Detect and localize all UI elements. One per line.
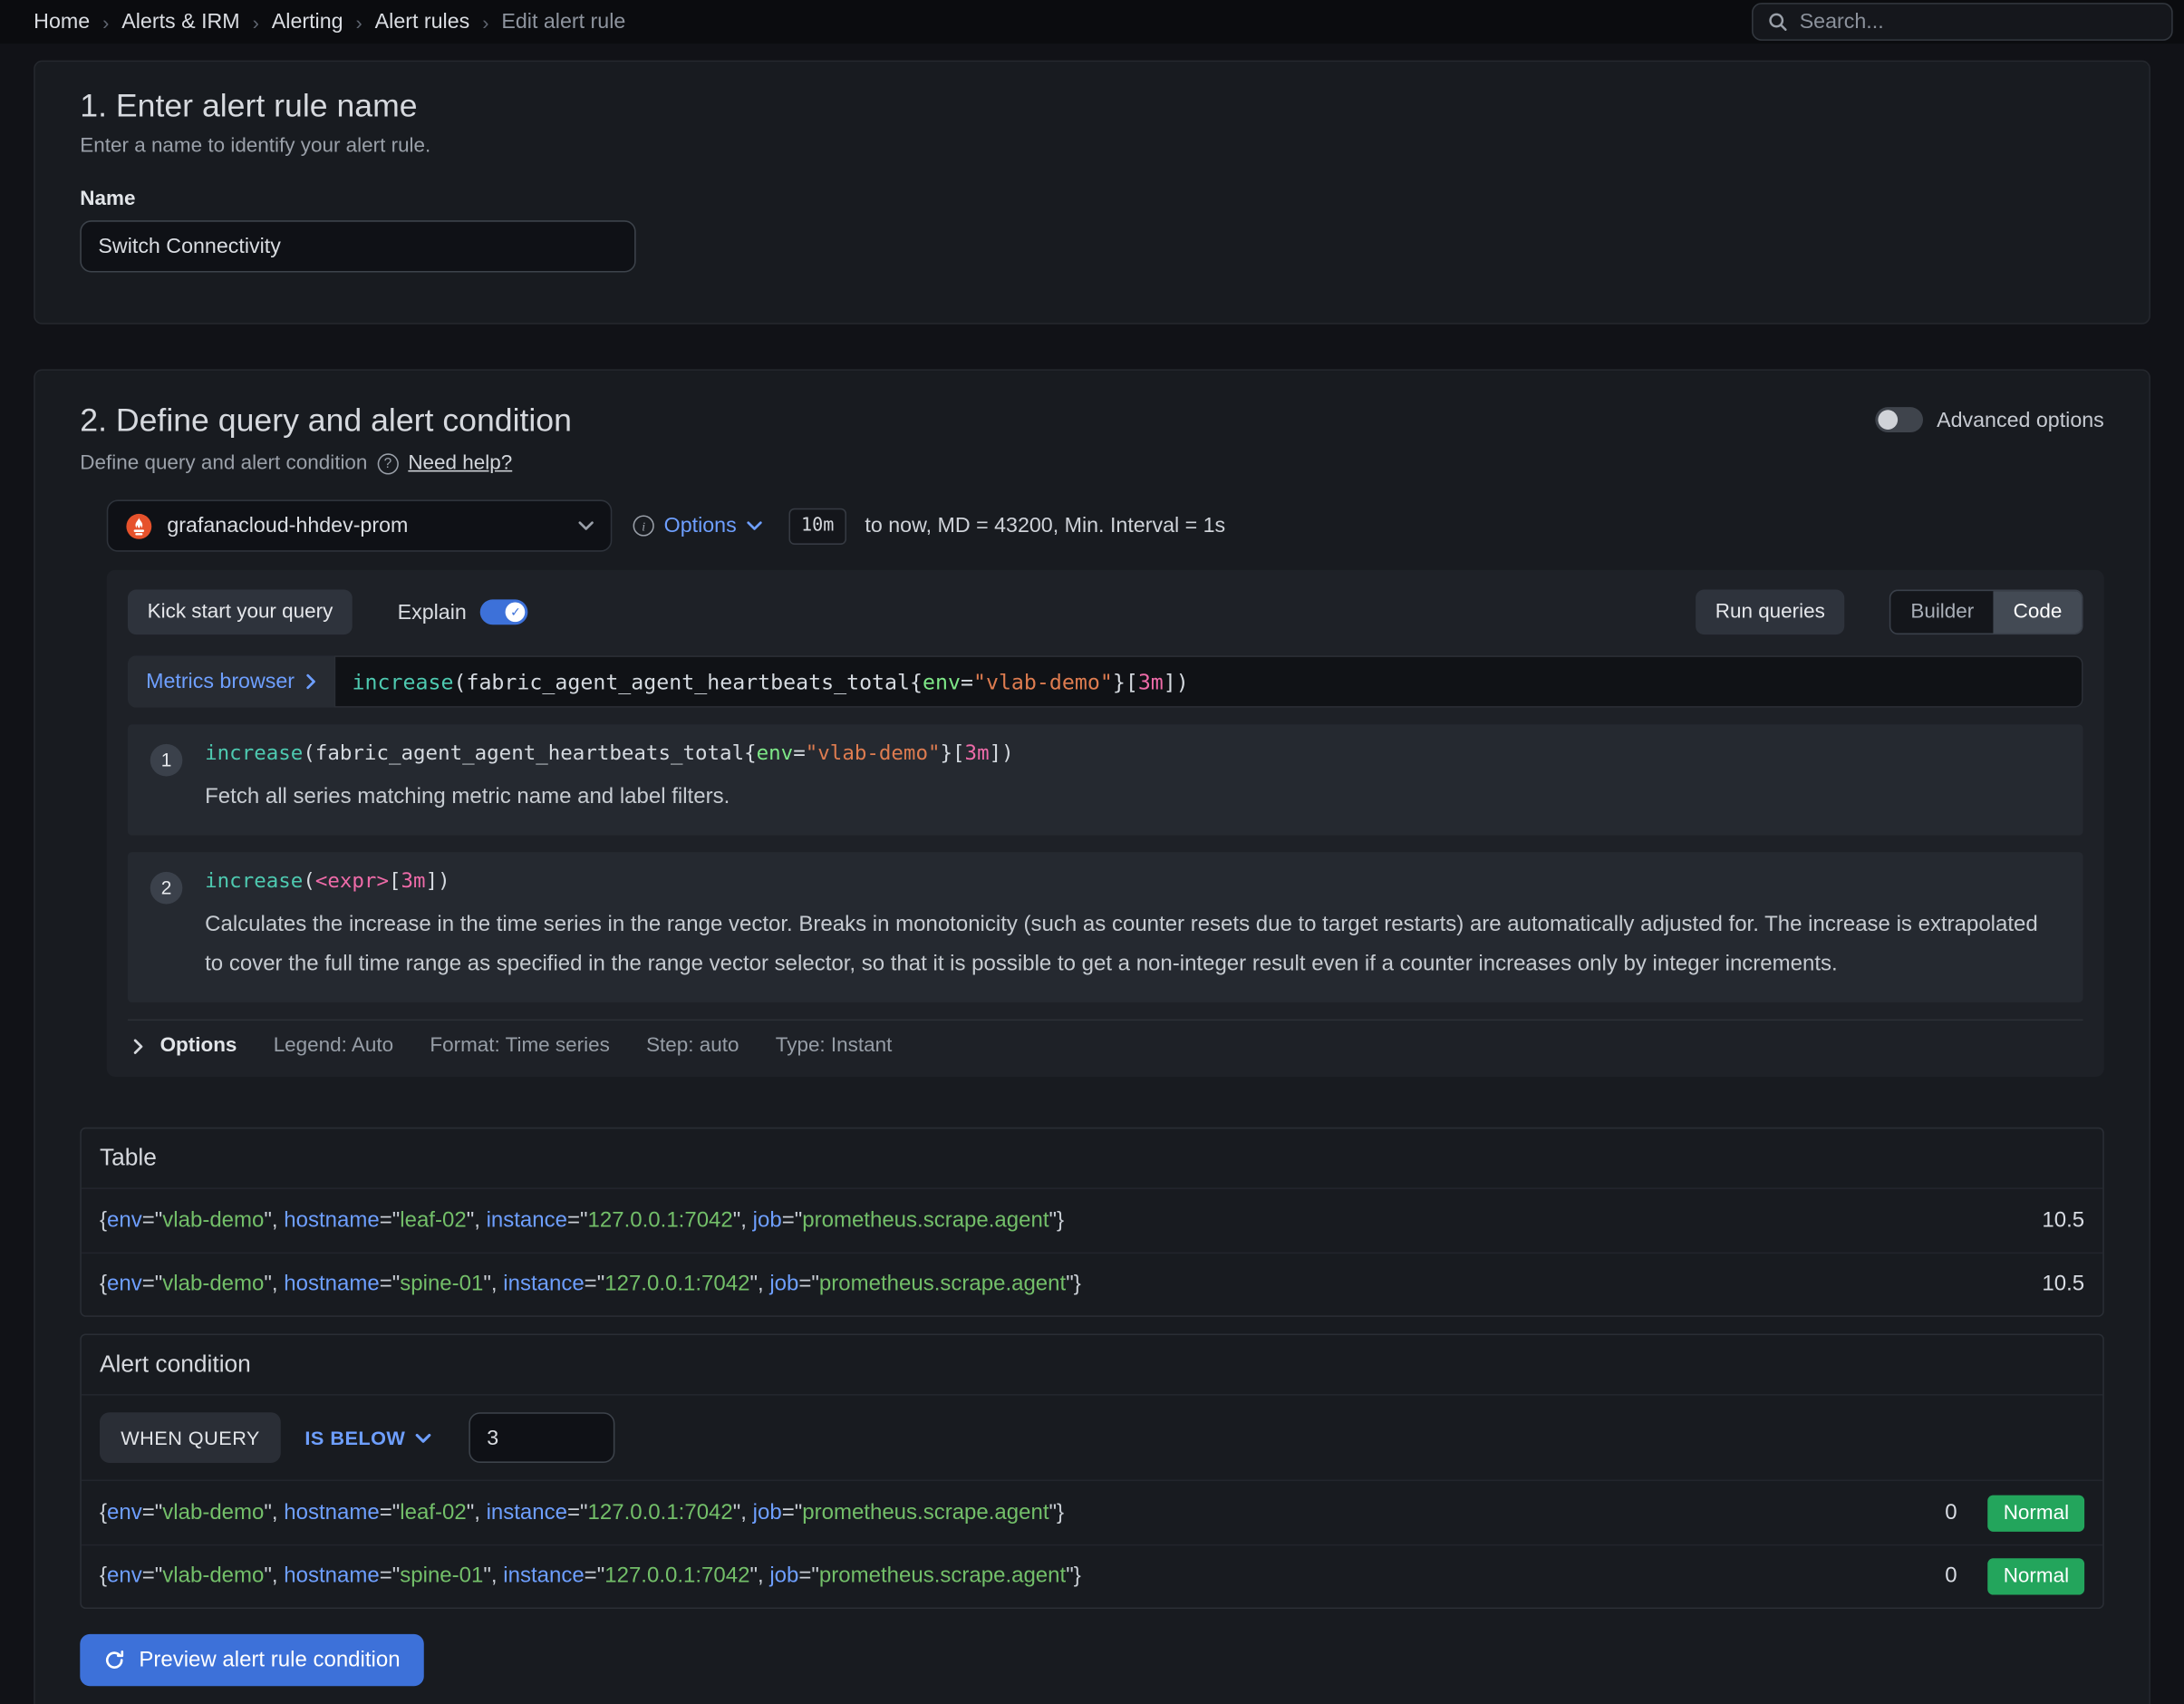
series-value: 10.5	[2042, 1208, 2084, 1234]
preview-alert-rule-condition-button[interactable]: Preview alert rule condition	[80, 1634, 424, 1686]
advanced-options-label: Advanced options	[1937, 408, 2104, 431]
query-options-label: Options	[664, 514, 737, 537]
chevron-down-icon	[415, 1433, 430, 1443]
legend-option: Legend: Auto	[274, 1035, 393, 1058]
breadcrumb-separator-icon: ›	[102, 11, 109, 34]
metrics-browser-label: Metrics browser	[146, 670, 295, 693]
state-badge: Normal	[1988, 1495, 2084, 1531]
options-row-label: Options	[160, 1035, 237, 1058]
series-labels: {env="vlab-demo", hostname="leaf-02", in…	[100, 1208, 2042, 1234]
explanation-code: increase(<expr>[3m])	[205, 870, 2061, 893]
type-option: Type: Instant	[776, 1035, 893, 1058]
threshold-input[interactable]	[469, 1412, 614, 1463]
step2-panel: 2. Define query and alert condition Adva…	[34, 369, 2150, 1704]
search-input[interactable]	[1800, 10, 2158, 34]
step2-title: 2. Define query and alert condition	[80, 399, 572, 441]
series-labels: {env="vlab-demo", hostname="spine-01", i…	[100, 1272, 2042, 1297]
run-queries-button[interactable]: Run queries	[1696, 590, 1844, 635]
toggle-knob	[1878, 410, 1898, 430]
need-help-link[interactable]: Need help?	[408, 452, 512, 475]
query-result-table: Table {env="vlab-demo", hostname="leaf-0…	[80, 1128, 2104, 1317]
series-labels: {env="vlab-demo", hostname="spine-01", i…	[100, 1564, 1945, 1589]
when-query-chip: WHEN QUERY	[100, 1412, 281, 1463]
sync-icon	[104, 1650, 125, 1670]
breadcrumb-separator-icon: ›	[253, 11, 259, 34]
explain-label: Explain	[398, 600, 467, 624]
breadcrumb-separator-icon: ›	[482, 11, 488, 34]
code-mode-option[interactable]: Code	[1994, 591, 2082, 633]
builder-mode-option[interactable]: Builder	[1891, 591, 1994, 633]
breadcrumb-alert-rules[interactable]: Alert rules	[375, 10, 470, 34]
step1-panel: 1. Enter alert rule name Enter a name to…	[34, 61, 2150, 324]
step-option: Step: auto	[646, 1035, 739, 1058]
datasource-name: grafanacloud-hhdev-prom	[167, 514, 408, 537]
explanation-code: increase(fabric_agent_agent_heartbeats_t…	[205, 742, 2061, 765]
chevron-down-icon	[578, 521, 594, 531]
promql-query-input[interactable]: increase(fabric_agent_agent_heartbeats_t…	[333, 655, 2083, 707]
explanation-text: Fetch all series matching metric name an…	[205, 778, 2061, 817]
chevron-down-icon	[747, 521, 762, 531]
condition-operator-select[interactable]: IS BELOW	[304, 1427, 430, 1449]
explanation-text: Calculates the increase in the time seri…	[205, 905, 2061, 984]
explanation-step-number: 1	[150, 744, 183, 777]
builder-code-switch: Builder Code	[1889, 590, 2083, 635]
step1-title: 1. Enter alert rule name	[80, 84, 2104, 126]
series-value: 0	[1945, 1500, 1957, 1525]
breadcrumb-home[interactable]: Home	[34, 10, 90, 34]
query-explanation-step-1: 1 increase(fabric_agent_agent_heartbeats…	[128, 724, 2083, 835]
alert-instance-row: {env="vlab-demo", hostname="leaf-02", in…	[82, 1481, 2102, 1544]
chevron-right-icon	[305, 673, 315, 689]
time-range-info: to now, MD = 43200, Min. Interval = 1s	[865, 514, 1225, 537]
preview-button-label: Preview alert rule condition	[139, 1648, 400, 1673]
breadcrumb-alerts-irm[interactable]: Alerts & IRM	[121, 10, 239, 34]
query-editor-card: Kick start your query Explain ✓ Run quer…	[107, 570, 2104, 1077]
info-icon: i	[633, 515, 654, 536]
alert-condition-title: Alert condition	[82, 1335, 2102, 1396]
advanced-options-toggle[interactable]	[1875, 407, 1923, 432]
breadcrumb-alerting[interactable]: Alerting	[272, 10, 343, 34]
top-nav-bar: Home › Alerts & IRM › Alerting › Alert r…	[0, 0, 2184, 44]
alert-condition-panel: Alert condition WHEN QUERY IS BELOW {env…	[80, 1333, 2104, 1609]
step1-subtitle: Enter a name to identify your alert rule…	[80, 135, 2104, 158]
step2-subtitle: Define query and alert condition	[80, 452, 367, 475]
query-options-dropdown[interactable]: i Options	[633, 514, 762, 537]
series-labels: {env="vlab-demo", hostname="leaf-02", in…	[100, 1500, 1945, 1525]
breadcrumb: Home › Alerts & IRM › Alerting › Alert r…	[34, 10, 625, 34]
breadcrumb-edit-alert-rule: Edit alert rule	[501, 10, 625, 34]
promql-query-text: increase(fabric_agent_agent_heartbeats_t…	[353, 669, 1189, 694]
series-value: 0	[1945, 1564, 1957, 1589]
series-value: 10.5	[2042, 1272, 2084, 1297]
grafana-alert-rule-editor: Home › Alerts & IRM › Alerting › Alert r…	[0, 0, 2184, 1704]
toggle-knob: ✓	[506, 602, 526, 622]
time-range-badge: 10m	[788, 508, 846, 544]
name-label: Name	[80, 189, 2104, 211]
query-options-collapsed-row[interactable]: Options Legend: Auto Format: Time series…	[128, 1020, 2083, 1069]
table-row: {env="vlab-demo", hostname="leaf-02", in…	[82, 1189, 2102, 1253]
help-question-icon: ?	[377, 453, 398, 474]
alert-instance-row: {env="vlab-demo", hostname="spine-01", i…	[82, 1544, 2102, 1608]
format-option: Format: Time series	[430, 1035, 609, 1058]
breadcrumb-separator-icon: ›	[356, 11, 362, 34]
kick-start-query-button[interactable]: Kick start your query	[128, 590, 353, 635]
chevron-right-icon	[133, 1038, 143, 1053]
explanation-step-number: 2	[150, 872, 183, 905]
search-icon	[1767, 11, 1788, 32]
operator-label: IS BELOW	[304, 1427, 405, 1449]
metrics-browser-button[interactable]: Metrics browser	[128, 655, 333, 707]
query-explanation-step-2: 2 increase(<expr>[3m]) Calculates the in…	[128, 852, 2083, 1002]
alert-rule-name-input[interactable]	[80, 220, 635, 272]
explain-toggle[interactable]: ✓	[480, 599, 528, 624]
prometheus-icon	[125, 512, 153, 540]
table-row: {env="vlab-demo", hostname="spine-01", i…	[82, 1253, 2102, 1316]
table-panel-title: Table	[82, 1128, 2102, 1189]
datasource-picker[interactable]: grafanacloud-hhdev-prom	[107, 499, 613, 551]
state-badge: Normal	[1988, 1558, 2084, 1594]
global-search[interactable]	[1752, 3, 2173, 41]
